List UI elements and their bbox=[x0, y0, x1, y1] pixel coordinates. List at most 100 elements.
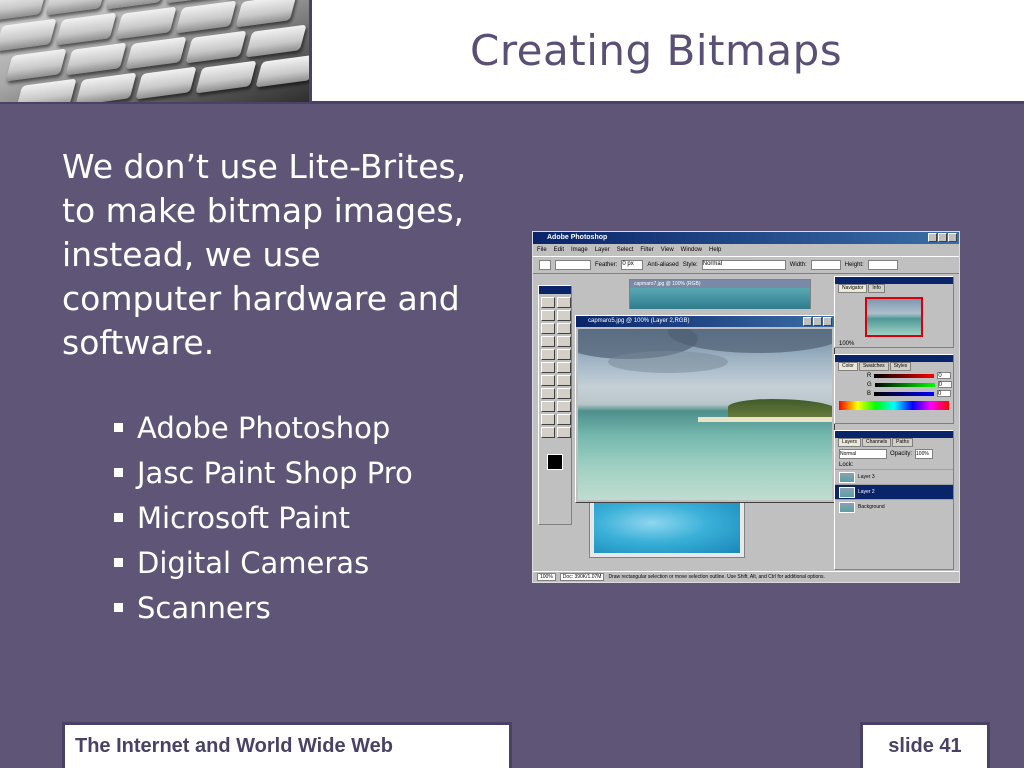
bullet-text: Adobe Photoshop bbox=[137, 410, 391, 445]
pen-tool-icon bbox=[541, 401, 555, 412]
minimize-icon bbox=[928, 233, 937, 242]
close-icon bbox=[948, 233, 957, 242]
minimize-icon bbox=[803, 317, 812, 326]
layers-panel: Layers Channels Paths Normal Opacity: 100%… bbox=[834, 430, 954, 570]
tab-channels: Channels bbox=[862, 438, 892, 447]
gradient-tool-icon bbox=[557, 362, 571, 373]
channel-label: G bbox=[867, 381, 872, 388]
eraser-tool-icon bbox=[541, 362, 555, 373]
color-spectrum bbox=[839, 401, 949, 410]
ps-title-bar: Adobe Photoshop bbox=[533, 232, 959, 244]
navigator-preview bbox=[865, 297, 923, 337]
status-doc-size: Doc: 390K/1.07M bbox=[559, 573, 605, 581]
maximize-icon bbox=[813, 317, 822, 326]
width-field bbox=[810, 260, 841, 270]
back-doc-title: capmaro7.jpg @ 100% (RGB) bbox=[630, 280, 810, 288]
navigator-panel: Navigator Info 100% bbox=[834, 276, 954, 348]
anti-aliased-label: Anti-aliased bbox=[647, 262, 679, 268]
maximize-icon bbox=[938, 233, 947, 242]
navigator-zoom: 100% bbox=[839, 341, 855, 347]
eyedropper-icon bbox=[557, 414, 571, 425]
tab-info: Info bbox=[868, 284, 885, 293]
bullet-text: Jasc Paint Shop Pro bbox=[137, 455, 413, 490]
channel-value: 0 bbox=[937, 390, 952, 397]
tab-swatches: Swatches bbox=[858, 362, 889, 371]
ps-menu-layer: Layer bbox=[594, 247, 610, 253]
ps-menu-help: Help bbox=[709, 247, 722, 253]
ps-menu-select: Select bbox=[616, 247, 634, 253]
list-item: Jasc Paint Shop Pro bbox=[114, 450, 413, 495]
ps-menu-edit: Edit bbox=[553, 247, 565, 253]
layer-name: Layer 2 bbox=[858, 489, 875, 495]
layer-row: Layer 3 bbox=[835, 469, 953, 484]
blend-mode: Normal bbox=[839, 449, 887, 459]
keyboard-image bbox=[0, 0, 312, 102]
bullet-text: Digital Cameras bbox=[137, 545, 370, 580]
foreground-color-swatch bbox=[547, 454, 563, 470]
height-field bbox=[867, 260, 898, 270]
footer-course-title: The Internet and World Wide Web bbox=[75, 735, 393, 757]
ps-menu-filter: Filter bbox=[640, 247, 654, 253]
tab-navigator: Navigator bbox=[838, 284, 868, 293]
ps-window-title: Adobe Photoshop bbox=[547, 234, 608, 241]
marquee-icon bbox=[539, 260, 551, 270]
path-tool-icon bbox=[541, 388, 555, 399]
opacity-label: Opacity: bbox=[890, 451, 913, 457]
history-brush-icon bbox=[557, 349, 571, 360]
slide-title: Creating Bitmaps bbox=[470, 26, 843, 75]
bullet-text: Microsoft Paint bbox=[137, 500, 350, 535]
close-icon bbox=[823, 317, 832, 326]
width-label: Width: bbox=[789, 262, 807, 268]
ps-menu-image: Image bbox=[571, 247, 588, 253]
feather-label: Feather: bbox=[595, 262, 618, 268]
notes-tool-icon bbox=[541, 414, 555, 425]
ps-status-bar: 100% Doc: 390K/1.07M Draw rectangular se… bbox=[533, 571, 959, 582]
tab-color: Color bbox=[838, 362, 858, 371]
footer-slide-box: slide 41 bbox=[860, 722, 990, 768]
dodge-tool-icon bbox=[557, 375, 571, 386]
ps-menu-window: Window bbox=[680, 247, 702, 253]
pencil-tool-icon bbox=[557, 336, 571, 347]
ps-menu-bar: File Edit Image Layer Select Filter View… bbox=[533, 244, 959, 256]
move-tool-icon bbox=[557, 297, 571, 308]
photoshop-screenshot: Adobe Photoshop File Edit Image Layer Se… bbox=[532, 231, 960, 583]
body-paragraph: We don’t use Lite-Brites, to make bitmap… bbox=[62, 147, 467, 362]
marquee-tool-icon bbox=[541, 297, 555, 308]
square-bullet-icon bbox=[114, 423, 123, 432]
front-doc-title-text: capmaro5.jpg @ 100% (Layer 2,RGB) bbox=[588, 318, 690, 324]
crop-tool-icon bbox=[541, 323, 555, 334]
ps-toolbox bbox=[538, 285, 572, 525]
list-item: Microsoft Paint bbox=[114, 495, 413, 540]
zoom-tool-icon bbox=[557, 427, 571, 438]
ps-menu-view: View bbox=[660, 247, 674, 253]
lasso-tool-icon bbox=[541, 310, 555, 321]
status-zoom: 100% bbox=[537, 573, 556, 581]
square-bullet-icon bbox=[114, 603, 123, 612]
layer-name: Layer 3 bbox=[858, 474, 875, 480]
tab-layers: Layers bbox=[838, 438, 862, 447]
layer-row: Layer 2 bbox=[835, 484, 953, 499]
magic-wand-icon bbox=[557, 310, 571, 321]
header-bar: Creating Bitmaps bbox=[0, 0, 1024, 104]
color-row-r: R0 bbox=[835, 371, 953, 380]
selection-mode-icons bbox=[555, 260, 591, 270]
hand-tool-icon bbox=[541, 427, 555, 438]
pool-document bbox=[589, 498, 745, 558]
shape-tool-icon bbox=[557, 401, 571, 412]
brush-tool-icon bbox=[541, 336, 555, 347]
slice-tool-icon bbox=[557, 323, 571, 334]
height-label: Height: bbox=[844, 262, 864, 268]
layer-row: Background bbox=[835, 499, 953, 514]
list-item: Digital Cameras bbox=[114, 540, 413, 585]
tab-paths: Paths bbox=[892, 438, 913, 447]
layer-name: Background bbox=[858, 504, 885, 510]
lock-label: Lock: bbox=[839, 462, 854, 468]
island-photo bbox=[578, 329, 832, 500]
square-bullet-icon bbox=[114, 468, 123, 477]
pool-image bbox=[594, 503, 740, 553]
background-document: capmaro7.jpg @ 100% (RGB) bbox=[629, 279, 811, 309]
channel-label: B bbox=[867, 390, 872, 397]
opacity-value: 100% bbox=[915, 449, 934, 459]
color-panel: Color Swatches Styles R0 G0 B0 bbox=[834, 354, 954, 424]
bullet-text: Scanners bbox=[137, 590, 271, 625]
